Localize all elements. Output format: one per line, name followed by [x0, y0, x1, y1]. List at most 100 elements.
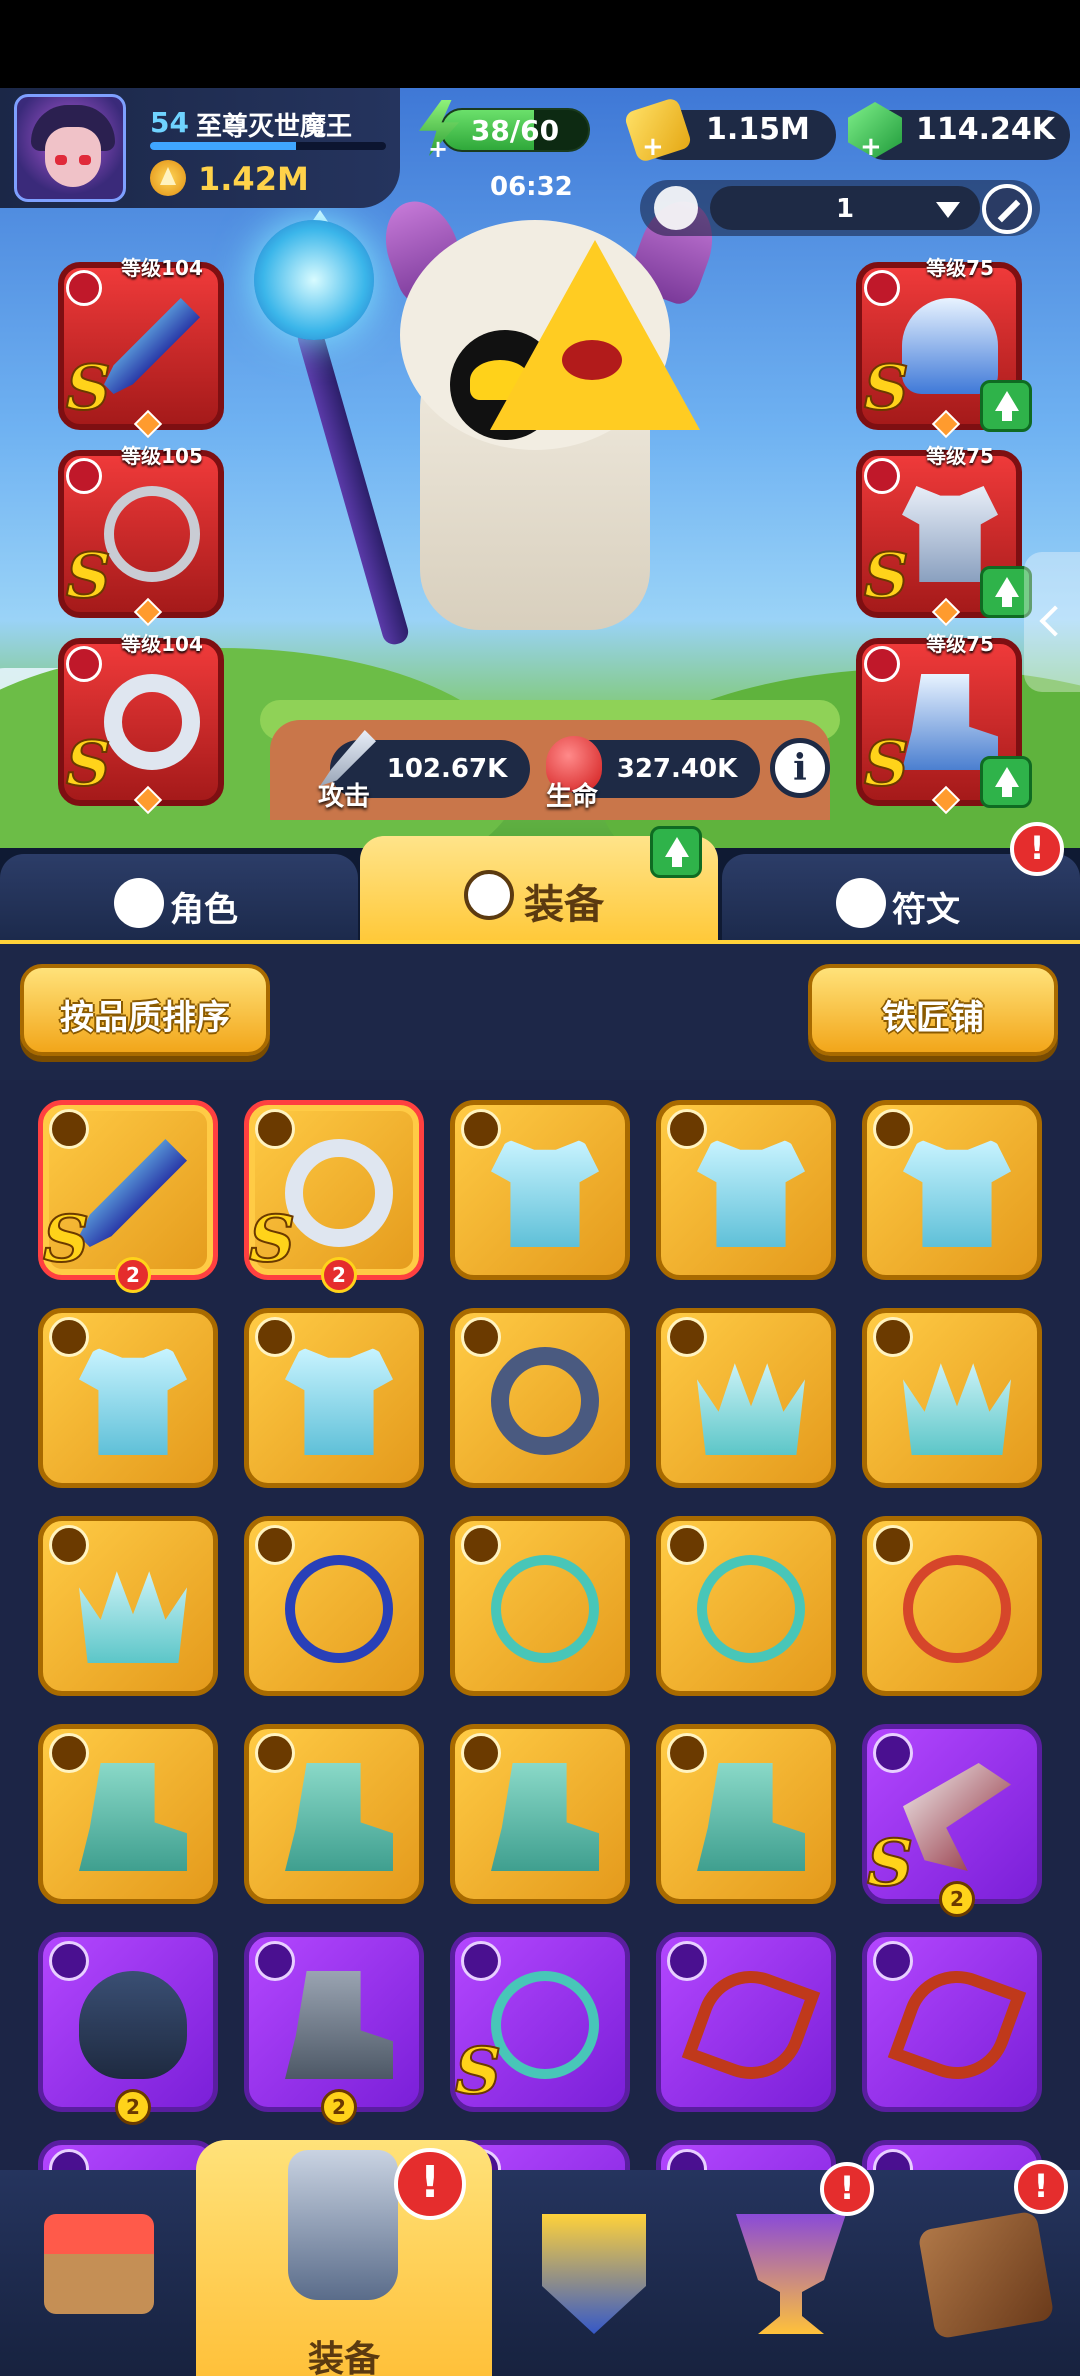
loadout-dropdown[interactable]: 1	[710, 186, 980, 230]
upgrade-arrow-icon[interactable]	[650, 826, 702, 878]
edit-icon[interactable]	[982, 184, 1032, 234]
item-type-icon	[49, 1525, 89, 1565]
xp-bar	[150, 142, 386, 150]
armor-icon	[79, 1347, 187, 1455]
staff-icon	[104, 298, 200, 394]
helmet-type-icon	[864, 270, 900, 306]
item-type-icon	[873, 1317, 913, 1357]
rank-label: S	[42, 1201, 90, 1278]
inventory-item[interactable]: 2	[244, 1932, 424, 2125]
inventory-item[interactable]	[38, 2140, 218, 2170]
avatar-eye	[55, 155, 67, 165]
inventory-item[interactable]	[38, 1516, 218, 1696]
item-type-icon	[667, 2149, 707, 2170]
hp-label: 生命	[546, 782, 599, 812]
item-type-icon	[49, 1733, 89, 1773]
tab-character[interactable]: 角色	[0, 854, 358, 940]
ring-icon	[285, 1139, 393, 1247]
slot-level: 等级104	[121, 632, 203, 656]
rank-label: S	[863, 538, 910, 613]
item-type-icon	[873, 1733, 913, 1773]
staff-orb	[254, 220, 374, 340]
item-type-icon	[255, 1733, 295, 1773]
gem-plus-icon[interactable]: +	[860, 132, 882, 162]
player-panel[interactable]: 54 至尊灭世魔王 1.42M	[0, 88, 400, 208]
energy-value: 38/60	[470, 114, 560, 147]
crown-icon	[903, 1363, 1011, 1455]
inventory-item[interactable]	[38, 1724, 218, 1904]
rank-label: S	[65, 350, 112, 425]
trophy-icon	[736, 2214, 846, 2334]
inventory-item[interactable]	[450, 1516, 630, 1696]
upgrade-arrow-icon[interactable]	[980, 756, 1032, 808]
power-icon	[150, 160, 186, 196]
equip-slot-ring[interactable]: 等级104 S	[58, 632, 224, 815]
inventory-item[interactable]	[244, 1724, 424, 1904]
slot-level: 等级104	[121, 256, 203, 280]
events-icon	[917, 2210, 1055, 2340]
boots-icon	[491, 1763, 599, 1871]
attack-label: 攻击	[318, 782, 371, 812]
inventory-item[interactable]	[656, 1724, 836, 1904]
inventory-item[interactable]	[862, 1308, 1042, 1488]
stack-count: 2	[115, 2089, 151, 2125]
gold-plus-icon[interactable]: +	[642, 132, 664, 162]
inventory-item[interactable]	[450, 1100, 630, 1280]
blacksmith-button[interactable]: 铁匠铺	[808, 964, 1058, 1056]
avatar[interactable]	[14, 94, 126, 202]
inventory-item[interactable]: 2	[38, 1932, 218, 2125]
inventory-grid: S2S2S222S	[0, 1080, 1080, 2170]
inventory-item[interactable]	[656, 1516, 836, 1696]
slot-level: 等级75	[926, 444, 994, 468]
inventory-item[interactable]	[450, 1308, 630, 1488]
inventory-item[interactable]	[656, 1100, 836, 1280]
inventory-item[interactable]	[862, 2140, 1042, 2170]
boots-type-icon	[864, 646, 900, 682]
boots-icon	[285, 1763, 393, 1871]
inventory-item[interactable]	[244, 1516, 424, 1696]
inventory-item[interactable]	[862, 1100, 1042, 1280]
item-type-icon	[255, 1317, 295, 1357]
boots-icon	[902, 674, 998, 770]
upgrade-arrow-icon[interactable]	[980, 380, 1032, 432]
energy-timer: 06:32	[490, 172, 573, 202]
tab-label: 符文	[892, 890, 960, 930]
item-type-icon	[461, 1733, 501, 1773]
item-type-icon	[873, 2149, 913, 2170]
item-type-icon	[873, 1941, 913, 1981]
item-type-icon	[255, 1941, 295, 1981]
bow-icon	[681, 1955, 821, 2095]
shop-icon	[44, 2214, 154, 2314]
energy-plus-icon[interactable]: +	[428, 137, 450, 161]
info-button[interactable]: i	[770, 738, 830, 798]
inventory-item[interactable]	[656, 2140, 836, 2170]
inventory-item[interactable]	[450, 1724, 630, 1904]
equip-slot-weapon[interactable]: 等级104 S	[58, 256, 224, 439]
inventory-item[interactable]	[862, 1932, 1042, 2112]
inventory-item[interactable]	[862, 1516, 1042, 1696]
inventory-item[interactable]	[656, 1932, 836, 2112]
item-type-icon	[49, 2149, 89, 2170]
item-type-icon	[49, 1317, 89, 1357]
alert-badge: !	[1010, 822, 1064, 876]
inventory-item[interactable]: S2	[38, 1100, 218, 1293]
inventory-item[interactable]	[656, 1308, 836, 1488]
item-type-icon	[461, 1109, 501, 1149]
nav-shop[interactable]	[0, 2170, 190, 2376]
inventory-item[interactable]: S2	[244, 1100, 424, 1293]
sort-by-quality-button[interactable]: 按品质排序	[20, 964, 270, 1056]
alert-badge: !	[820, 2162, 874, 2216]
armor-type-icon	[864, 458, 900, 494]
inventory-item[interactable]	[38, 1308, 218, 1488]
inventory-item[interactable]: S	[450, 1932, 630, 2112]
tab-label: 装备	[524, 882, 604, 928]
inventory-item[interactable]	[244, 1308, 424, 1488]
inventory-toolbar: 按品质排序 铁匠铺	[0, 940, 1080, 1080]
inventory-item[interactable]: S2	[862, 1724, 1042, 1917]
side-panel-toggle[interactable]	[1024, 552, 1080, 692]
shield-icon	[542, 2214, 646, 2334]
nav-guild[interactable]	[500, 2170, 690, 2376]
equip-slot-necklace[interactable]: 等级105 S	[58, 444, 224, 627]
item-type-icon	[667, 1733, 707, 1773]
item-type-icon	[255, 1525, 295, 1565]
